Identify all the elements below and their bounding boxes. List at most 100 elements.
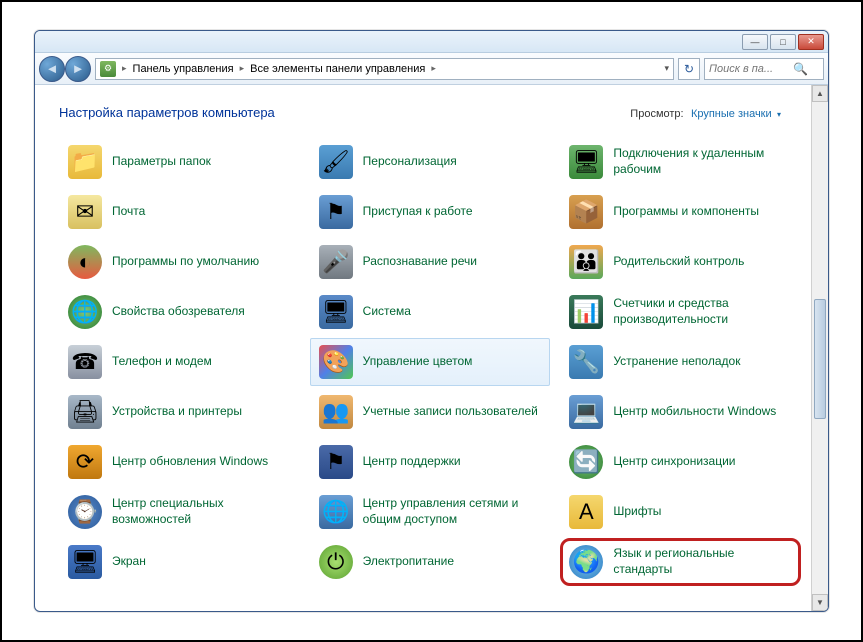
minimize-button[interactable]: — bbox=[742, 34, 768, 50]
control-panel-item[interactable]: 🌐 Центр управления сетями и общим доступо… bbox=[310, 488, 551, 536]
ic-flag-icon: ⚑ bbox=[319, 195, 353, 229]
control-panel-item[interactable]: A Шрифты bbox=[560, 488, 801, 536]
control-panel-item[interactable]: ◐ Программы по умолчанию bbox=[59, 238, 300, 286]
ic-screen-icon: 🖥 bbox=[68, 545, 102, 579]
ic-sys-icon: 🖥 bbox=[319, 295, 353, 329]
ic-print-icon: 🖨 bbox=[68, 395, 102, 429]
close-button[interactable]: ✕ bbox=[798, 34, 824, 50]
ic-users-icon: 👥 bbox=[319, 395, 353, 429]
breadcrumb-sub[interactable]: Все элементы панели управления bbox=[250, 63, 425, 75]
main-content: Настройка параметров компьютера Просмотр… bbox=[35, 85, 811, 611]
ic-net-icon: 🌐 bbox=[319, 495, 353, 529]
navbar: ◄ ► ⚙ ▸ Панель управления ▸ Все элементы… bbox=[35, 53, 828, 85]
control-panel-window: — □ ✕ ◄ ► ⚙ ▸ Панель управления ▸ Все эл… bbox=[34, 30, 829, 612]
item-label: Телефон и модем bbox=[112, 354, 212, 370]
item-label: Персонализация bbox=[363, 154, 457, 170]
scrollbar[interactable]: ▲ ▼ bbox=[811, 85, 828, 611]
control-panel-item[interactable]: ⚑ Приступая к работе bbox=[310, 188, 551, 236]
ic-parent-icon: 👪 bbox=[569, 245, 603, 279]
view-selector[interactable]: Крупные значки bbox=[691, 108, 772, 120]
titlebar: — □ ✕ bbox=[35, 31, 828, 53]
ic-power-icon: ⏻ bbox=[319, 545, 353, 579]
item-label: Управление цветом bbox=[363, 354, 473, 370]
ic-font-icon: A bbox=[569, 495, 603, 529]
ic-globe-icon: 🌐 bbox=[68, 295, 102, 329]
control-panel-item[interactable]: 🔧Устранение неполадок bbox=[560, 338, 801, 386]
item-label: Центр специальных возможностей bbox=[112, 496, 291, 527]
item-label: Счетчики и средства производительности bbox=[613, 296, 792, 327]
item-label: Почта bbox=[112, 204, 145, 220]
ic-perf-icon: 📊 bbox=[569, 295, 603, 329]
control-panel-item[interactable]: ⏻Электропитание bbox=[310, 538, 551, 586]
search-input[interactable] bbox=[709, 63, 789, 75]
control-panel-item[interactable]: 🖥 Экран bbox=[59, 538, 300, 586]
ic-prog-icon: 📦 bbox=[569, 195, 603, 229]
item-label: Язык и региональные стандарты bbox=[613, 546, 792, 577]
item-label: Центр синхронизации bbox=[613, 454, 735, 470]
control-panel-item[interactable]: ✉ Почта bbox=[59, 188, 300, 236]
ic-folder-icon: 📁 bbox=[68, 145, 102, 179]
control-panel-item[interactable]: 💻Центр мобильности Windows bbox=[560, 388, 801, 436]
control-panel-item[interactable]: 📁Параметры папок bbox=[59, 138, 300, 186]
ic-rdp-icon: 🖥 bbox=[569, 145, 603, 179]
item-label: Подключения к удаленным рабочим bbox=[613, 146, 792, 177]
control-panel-item[interactable]: 📦 Программы и компоненты bbox=[560, 188, 801, 236]
address-dropdown-icon[interactable]: ▾ bbox=[664, 63, 669, 74]
breadcrumb-root[interactable]: Панель управления bbox=[133, 63, 234, 75]
item-label: Свойства обозревателя bbox=[112, 304, 245, 320]
scroll-up-button[interactable]: ▲ bbox=[812, 85, 828, 102]
ic-brush-icon: 🖌 bbox=[319, 145, 353, 179]
control-panel-item[interactable]: ☎ Телефон и модем bbox=[59, 338, 300, 386]
control-panel-item[interactable]: 👪Родительский контроль bbox=[560, 238, 801, 286]
item-label: Шрифты bbox=[613, 504, 661, 520]
address-bar[interactable]: ⚙ ▸ Панель управления ▸ Все элементы пан… bbox=[95, 58, 674, 80]
items-grid: 📁Параметры папок 🖌 Персонализация 🖥 Подключе… bbox=[59, 138, 801, 586]
control-panel-item[interactable]: 👥Учетные записи пользователей bbox=[310, 388, 551, 436]
breadcrumb-sep: ▸ bbox=[122, 63, 127, 74]
control-panel-item[interactable]: 🌐 Свойства обозревателя bbox=[59, 288, 300, 336]
control-panel-item[interactable]: 🎤Распознавание речи bbox=[310, 238, 551, 286]
control-panel-item[interactable]: 🖨 Устройства и принтеры bbox=[59, 388, 300, 436]
control-panel-item[interactable]: 🖥 Подключения к удаленным рабочим bbox=[560, 138, 801, 186]
item-label: Центр мобильности Windows bbox=[613, 404, 776, 420]
forward-button[interactable]: ► bbox=[65, 56, 91, 82]
view-label: Просмотр: bbox=[630, 108, 683, 120]
ic-def-icon: ◐ bbox=[68, 245, 102, 279]
control-panel-item[interactable]: ⟳ Центр обновления Windows bbox=[59, 438, 300, 486]
control-panel-item[interactable]: 🖌 Персонализация bbox=[310, 138, 551, 186]
refresh-button[interactable]: ↻ bbox=[678, 58, 700, 80]
control-panel-icon: ⚙ bbox=[100, 61, 116, 77]
control-panel-item[interactable]: ⌚Центр специальных возможностей bbox=[59, 488, 300, 536]
ic-sync-icon: 🔄 bbox=[569, 445, 603, 479]
ic-update-icon: ⟳ bbox=[68, 445, 102, 479]
ic-phone-icon: ☎ bbox=[68, 345, 102, 379]
back-button[interactable]: ◄ bbox=[39, 56, 65, 82]
search-icon: 🔍 bbox=[793, 62, 808, 76]
item-label: Центр управления сетями и общим доступом bbox=[363, 496, 542, 527]
item-label: Центр поддержки bbox=[363, 454, 461, 470]
control-panel-item[interactable]: 🌍 Язык и региональные стандарты bbox=[560, 538, 801, 586]
scroll-thumb[interactable] bbox=[814, 299, 826, 419]
chevron-down-icon: ▾ bbox=[777, 110, 781, 119]
ic-region-icon: 🌍 bbox=[569, 545, 603, 579]
item-label: Программы и компоненты bbox=[613, 204, 759, 220]
maximize-button[interactable]: □ bbox=[770, 34, 796, 50]
item-label: Распознавание речи bbox=[363, 254, 477, 270]
item-label: Экран bbox=[112, 554, 146, 570]
control-panel-item[interactable]: ⚑ Центр поддержки bbox=[310, 438, 551, 486]
item-label: Центр обновления Windows bbox=[112, 454, 268, 470]
scroll-down-button[interactable]: ▼ bbox=[812, 594, 828, 611]
item-label: Приступая к работе bbox=[363, 204, 473, 220]
ic-color-icon: 🎨 bbox=[319, 345, 353, 379]
control-panel-item[interactable]: 🔄 Центр синхронизации bbox=[560, 438, 801, 486]
ic-trouble-icon: 🔧 bbox=[569, 345, 603, 379]
scroll-track[interactable] bbox=[812, 102, 828, 594]
ic-mail-icon: ✉ bbox=[68, 195, 102, 229]
search-box[interactable]: 🔍 bbox=[704, 58, 824, 80]
control-panel-item[interactable]: 📊 Счетчики и средства производительности bbox=[560, 288, 801, 336]
control-panel-item[interactable]: 🎨 Управление цветом bbox=[310, 338, 551, 386]
item-label: Программы по умолчанию bbox=[112, 254, 259, 270]
item-label: Устройства и принтеры bbox=[112, 404, 242, 420]
ic-support-icon: ⚑ bbox=[319, 445, 353, 479]
control-panel-item[interactable]: 🖥Система bbox=[310, 288, 551, 336]
